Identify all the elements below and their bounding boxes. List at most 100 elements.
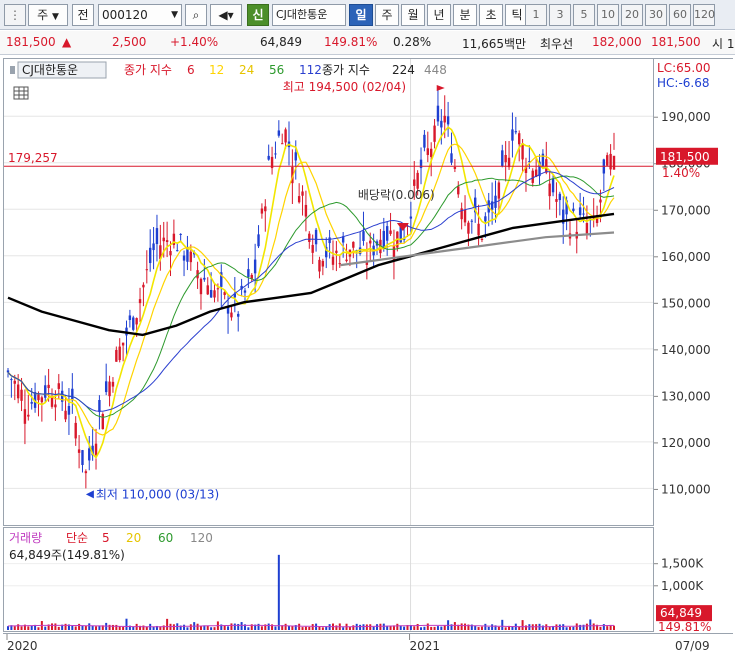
interval-button-60[interactable]: 60 <box>669 4 691 26</box>
candle-body-105 <box>362 231 365 241</box>
legend-handle-icon <box>10 66 15 74</box>
candle-body-7 <box>30 402 33 404</box>
volume-bar-127 <box>436 626 439 630</box>
volume-bar-7 <box>30 625 33 630</box>
date-axis: 2020 2021 07/09 <box>3 633 733 654</box>
up-arrow-icon: ▲ <box>62 35 72 49</box>
candle-body-46 <box>162 237 165 242</box>
volume-bar-163 <box>558 624 561 630</box>
interval-button-30[interactable]: 30 <box>645 4 667 26</box>
toolbar: ⋮ 주 ▼ 전 000120 ▼ ⌕ ◀▾ 신 CJ대한통운 일주월년분초틱 1… <box>0 0 735 30</box>
volume-bar-177 <box>606 626 609 630</box>
volume-bar-24 <box>88 623 91 630</box>
volume-chart[interactable]: 거래량 단순 5 20 60 120 64,849주(149.81%) <box>4 528 653 631</box>
ma56-line <box>7 175 615 418</box>
volume-bar-152 <box>521 620 524 630</box>
price-axis[interactable]: LC:65.00HC:-6.68 110,000 120,000 130,000 140… <box>654 59 734 527</box>
period-tab-5[interactable]: 초 <box>479 4 503 26</box>
price-axis-panel[interactable]: LC:65.00 HC:-6.68 110,000 120,000 130,000 140… <box>653 58 733 526</box>
market-select[interactable]: 주 ▼ <box>28 4 68 26</box>
candle-body-32 <box>115 349 118 362</box>
candle-body-70 <box>243 290 247 293</box>
interval-button-20[interactable]: 20 <box>621 4 643 26</box>
volume-bar-93 <box>321 627 324 630</box>
candle-body-33 <box>118 346 121 361</box>
interval-button-1[interactable]: 1 <box>525 4 547 26</box>
volume-bar-122 <box>420 627 423 630</box>
candle-body-5 <box>23 409 27 424</box>
candle-body-43 <box>152 243 155 251</box>
volume-bar-23 <box>84 626 87 630</box>
volume-bar-107 <box>369 624 372 630</box>
new-badge[interactable]: 신 <box>247 4 269 26</box>
volume-bar-43 <box>152 626 155 630</box>
code-input[interactable]: 000120 ▼ <box>98 4 182 26</box>
mode-button[interactable]: 전 <box>72 4 94 26</box>
volume-title: 거래량 <box>9 531 42 545</box>
volume-bar-59 <box>206 625 209 630</box>
volume-bar-21 <box>78 623 81 630</box>
volume-axis-panel[interactable]: 1,000K 1,500K 64,849 149.81% <box>653 527 734 634</box>
price-tick-label-1: 120,000 <box>661 436 711 450</box>
price-chart-panel[interactable]: 179,257 CJ대한통운 종가 지수 6 12 24 56 112 종가 지수 224 448 최… <box>3 58 654 526</box>
period-tab-3[interactable]: 년 <box>427 4 451 26</box>
speaker-icon[interactable]: ◀▾ <box>210 4 242 26</box>
interval-button-10[interactable]: 10 <box>597 4 619 26</box>
volume-bar-61 <box>213 627 216 630</box>
volume-chart-panel[interactable]: 거래량 단순 5 20 60 120 64,849주(149.81%) <box>3 527 654 632</box>
legend-ma-label: 종가 지수 <box>124 63 172 77</box>
candle-body-123 <box>423 134 426 148</box>
volume-axis[interactable]: 1,000K 1,500K 64,849149.81% <box>654 527 734 634</box>
market-label: 주 <box>37 8 49 22</box>
candle-body-19 <box>71 388 74 401</box>
volume-bar-164 <box>562 624 565 630</box>
table-view-icon[interactable] <box>13 86 29 100</box>
candle-body-80 <box>277 130 281 136</box>
high-annotation: 최고 194,500 (02/04) <box>283 80 406 94</box>
candle-body-14 <box>54 404 57 408</box>
volume-bar-106 <box>365 624 368 630</box>
period-tab-0[interactable]: 일 <box>349 4 373 26</box>
volume-bar-83 <box>287 625 290 630</box>
volume-bar-104 <box>359 624 362 630</box>
volume-bar-151 <box>518 626 521 630</box>
volume-bar-175 <box>599 626 602 630</box>
volume-current: 64,849주(149.81%) <box>9 548 125 562</box>
hc-value: HC:-6.68 <box>657 76 710 90</box>
stock-name-field[interactable]: CJ대한통운 <box>272 4 346 26</box>
period-tab-4[interactable]: 분 <box>453 4 477 26</box>
candle-body-79 <box>274 153 277 155</box>
volume-bar-66 <box>230 623 233 630</box>
code-value: 000120 <box>102 8 148 22</box>
period-tab-2[interactable]: 월 <box>401 4 425 26</box>
volume-bar-32 <box>115 624 118 630</box>
interval-button-120[interactable]: 120 <box>693 4 715 26</box>
volume-bar-57 <box>199 626 202 630</box>
candle-body-52 <box>182 255 186 261</box>
candle-body-77 <box>267 155 270 160</box>
interval-button-3[interactable]: 3 <box>549 4 571 26</box>
candle-body-31 <box>111 381 115 387</box>
legend-ma-224: 224 <box>392 63 415 77</box>
price-tick-label-2: 130,000 <box>661 389 711 403</box>
menu-icon[interactable]: ⋮ <box>4 4 26 26</box>
volume-bar-77 <box>267 623 270 630</box>
legend-ma-label-2: 종가 지수 <box>322 63 370 77</box>
volume-ma-20: 20 <box>126 531 141 545</box>
price-tick-label-6: 170,000 <box>661 203 711 217</box>
search-icon[interactable]: ⌕ <box>185 4 207 26</box>
candle-body-50 <box>176 250 179 252</box>
volume-bar-145 <box>497 626 500 630</box>
candle-body-22 <box>81 450 84 465</box>
period-tab-1[interactable]: 주 <box>375 4 399 26</box>
volume-bar-143 <box>491 624 494 630</box>
candle-body-87 <box>301 191 304 196</box>
candle-body-62 <box>216 288 220 290</box>
interval-button-5[interactable]: 5 <box>573 4 595 26</box>
candle-body-10 <box>40 397 44 403</box>
candle-body-66 <box>230 312 233 318</box>
candle-body-9 <box>37 394 40 401</box>
candle-body-23 <box>84 471 88 474</box>
price-chart[interactable]: 179,257CJ대한통운 종가 지수 6 12 24 56 112 종가 지수 224 448최… <box>4 59 653 525</box>
candle-body-95 <box>328 237 331 244</box>
